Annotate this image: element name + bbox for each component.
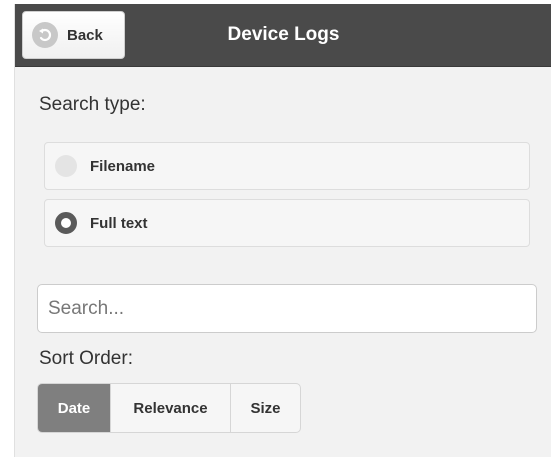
radio-checked-icon — [55, 212, 77, 234]
back-arrow-circle-icon — [32, 22, 58, 48]
sort-order-segmented-control: Date Relevance Size — [37, 383, 301, 433]
sort-date-button[interactable]: Date — [38, 384, 110, 432]
back-button-label: Back — [67, 26, 103, 44]
back-button[interactable]: Back — [22, 11, 125, 59]
radio-option-full-text[interactable]: Full text — [44, 199, 530, 247]
app-page: Back Device Logs Search type: Filename F… — [14, 4, 551, 457]
sort-order-label: Sort Order: — [39, 348, 133, 369]
radio-unchecked-icon — [55, 155, 77, 177]
radio-option-filename[interactable]: Filename — [44, 142, 530, 190]
radio-label-filename: Filename — [90, 157, 156, 175]
search-type-radio-group: Filename Full text — [44, 142, 530, 256]
radio-label-full-text: Full text — [90, 214, 148, 232]
sort-size-button[interactable]: Size — [230, 384, 300, 432]
search-input[interactable] — [37, 284, 537, 333]
search-type-label: Search type: — [39, 94, 146, 115]
header-bar: Back Device Logs — [15, 4, 551, 67]
sort-relevance-button[interactable]: Relevance — [110, 384, 230, 432]
